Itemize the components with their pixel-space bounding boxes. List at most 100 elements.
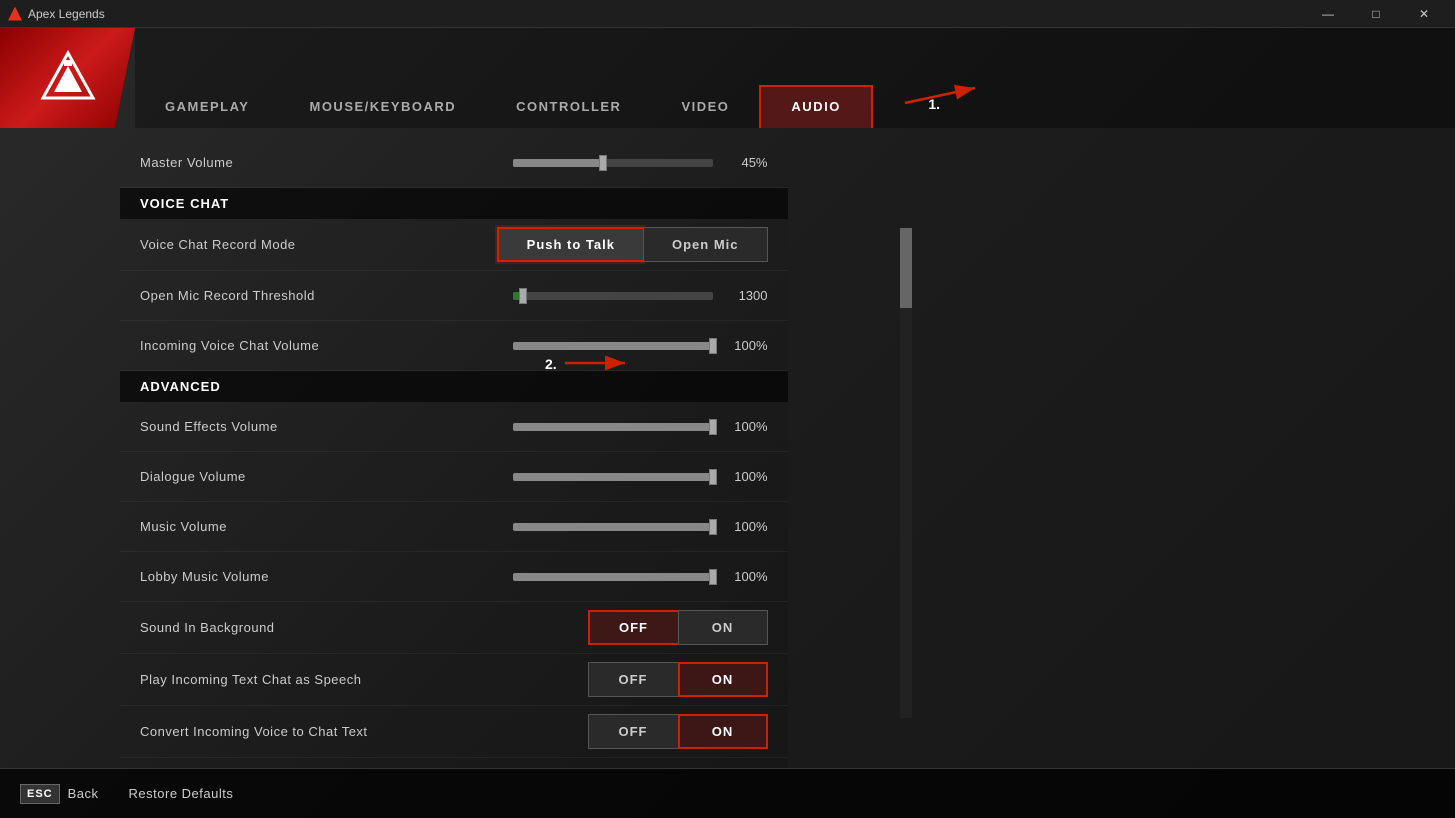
tab-mouse-keyboard[interactable]: MOUSE/KEYBOARD — [279, 87, 486, 128]
sound-effects-volume-label: Sound Effects Volume — [140, 419, 513, 434]
sound-in-background-row: Sound In Background Off On — [120, 602, 788, 654]
incoming-voice-volume-label: Incoming Voice Chat Volume — [140, 338, 513, 353]
sound-effects-volume-fill — [513, 423, 713, 431]
open-mic-threshold-fill — [513, 292, 523, 300]
dialogue-volume-value: 100% — [723, 469, 768, 484]
play-incoming-text-label: Play Incoming Text Chat as Speech — [140, 672, 588, 687]
tab-gameplay[interactable]: GAMEPLAY — [135, 87, 279, 128]
dialogue-volume-row: Dialogue Volume 100% — [120, 452, 788, 502]
play-incoming-text-control: Off On — [588, 662, 768, 697]
play-incoming-text-on-button[interactable]: On — [678, 662, 768, 697]
tab-audio[interactable]: AUDIO — [759, 85, 872, 128]
music-volume-label: Music Volume — [140, 519, 513, 534]
push-to-talk-button[interactable]: Push to Talk — [497, 227, 643, 262]
dialogue-volume-slider[interactable] — [513, 473, 713, 481]
minimize-button[interactable]: — — [1305, 0, 1351, 28]
music-volume-thumb — [709, 519, 717, 535]
sound-in-background-on-button[interactable]: On — [678, 610, 768, 645]
logo-area — [0, 28, 135, 128]
voice-chat-record-mode-control: Push to Talk Open Mic — [497, 227, 768, 262]
incoming-voice-volume-thumb — [709, 338, 717, 354]
sound-effects-volume-row: Sound Effects Volume 100% — [120, 402, 788, 452]
convert-incoming-voice-row: Convert Incoming Voice to Chat Text Off … — [120, 706, 788, 758]
open-mic-button[interactable]: Open Mic — [643, 227, 768, 262]
voice-chat-record-mode-row: Voice Chat Record Mode Push to Talk Open… — [120, 219, 788, 271]
scrollbar-thumb[interactable] — [900, 228, 912, 308]
sound-in-background-toggle: Off On — [588, 610, 768, 645]
right-panel — [788, 128, 1455, 768]
incoming-voice-volume-row: Incoming Voice Chat Volume 100% — [120, 321, 788, 371]
sound-in-background-label: Sound In Background — [140, 620, 588, 635]
apex-logo-svg — [38, 48, 98, 108]
tab-video[interactable]: VIDEO — [651, 87, 759, 128]
sound-effects-volume-slider[interactable] — [513, 423, 713, 431]
play-incoming-text-toggle: Off On — [588, 662, 768, 697]
master-volume-thumb — [599, 155, 607, 171]
open-mic-threshold-label: Open Mic Record Threshold — [140, 288, 513, 303]
dialogue-volume-label: Dialogue Volume — [140, 469, 513, 484]
settings-content: Master Volume 45% VOICE CHAT Voice Chat … — [120, 128, 788, 768]
title-bar-left: Apex Legends — [8, 7, 105, 21]
lobby-music-volume-slider[interactable] — [513, 573, 713, 581]
master-volume-value: 45% — [723, 155, 768, 170]
convert-incoming-voice-off-button[interactable]: Off — [588, 714, 678, 749]
open-mic-threshold-value: 1300 — [723, 288, 768, 303]
open-mic-threshold-control: 1300 — [513, 288, 768, 303]
dialogue-volume-fill — [513, 473, 713, 481]
music-volume-slider[interactable] — [513, 523, 713, 531]
maximize-button[interactable]: □ — [1353, 0, 1399, 28]
annotation-arrow-2 — [545, 348, 645, 378]
lobby-music-volume-thumb — [709, 569, 717, 585]
restore-defaults-label: Restore Defaults — [129, 786, 234, 801]
close-button[interactable]: ✕ — [1401, 0, 1447, 28]
open-mic-threshold-thumb — [519, 288, 527, 304]
voice-chat-toggle-group: Push to Talk Open Mic — [497, 227, 768, 262]
convert-incoming-voice-control: Off On — [588, 714, 768, 749]
music-volume-value: 100% — [723, 519, 768, 534]
master-volume-slider[interactable] — [513, 159, 713, 167]
tab-controller[interactable]: CONTROLLER — [486, 87, 651, 128]
open-mic-threshold-row: Open Mic Record Threshold 1300 — [120, 271, 788, 321]
windows-audio-row: Windows Audio Configuration Headphones/S… — [120, 758, 788, 768]
back-button[interactable]: ESC Back — [20, 784, 99, 804]
window-title: Apex Legends — [28, 7, 105, 21]
master-volume-row: Master Volume 45% — [120, 138, 788, 188]
settings-panel: Master Volume 45% VOICE CHAT Voice Chat … — [0, 128, 1455, 768]
title-bar: Apex Legends — □ ✕ — [0, 0, 1455, 28]
sound-effects-volume-value: 100% — [723, 419, 768, 434]
sound-effects-volume-control: 100% — [513, 419, 768, 434]
lobby-music-volume-label: Lobby Music Volume — [140, 569, 513, 584]
master-volume-label: Master Volume — [140, 155, 513, 170]
lobby-music-volume-fill — [513, 573, 713, 581]
dialogue-volume-thumb — [709, 469, 717, 485]
master-volume-control: 45% — [513, 155, 768, 170]
music-volume-fill — [513, 523, 713, 531]
convert-incoming-voice-label: Convert Incoming Voice to Chat Text — [140, 724, 588, 739]
sound-in-background-off-button[interactable]: Off — [588, 610, 678, 645]
master-volume-fill — [513, 159, 603, 167]
music-volume-row: Music Volume 100% — [120, 502, 788, 552]
esc-badge: ESC — [20, 784, 60, 804]
open-mic-threshold-slider[interactable] — [513, 292, 713, 300]
main-container: GAMEPLAY MOUSE/KEYBOARD CONTROLLER VIDEO… — [0, 28, 1455, 818]
voice-chat-record-mode-label: Voice Chat Record Mode — [140, 237, 497, 252]
convert-incoming-voice-toggle: Off On — [588, 714, 768, 749]
music-volume-control: 100% — [513, 519, 768, 534]
sound-in-background-control: Off On — [588, 610, 768, 645]
annotation-step2: 2. — [545, 356, 557, 372]
window-controls: — □ ✕ — [1305, 0, 1447, 28]
annotation-step1: 1. — [928, 96, 940, 112]
app-icon — [8, 7, 22, 21]
lobby-music-volume-value: 100% — [723, 569, 768, 584]
scrollbar-track[interactable] — [900, 228, 912, 718]
footer: ESC Back Restore Defaults — [0, 768, 1455, 818]
incoming-voice-volume-value: 100% — [723, 338, 768, 353]
restore-defaults-button[interactable]: Restore Defaults — [129, 786, 234, 801]
nav-tabs: GAMEPLAY MOUSE/KEYBOARD CONTROLLER VIDEO… — [135, 28, 1455, 128]
dialogue-volume-control: 100% — [513, 469, 768, 484]
voice-chat-section-header: VOICE CHAT — [120, 188, 788, 219]
lobby-music-volume-control: 100% — [513, 569, 768, 584]
play-incoming-text-off-button[interactable]: Off — [588, 662, 678, 697]
play-incoming-text-row: Play Incoming Text Chat as Speech Off On — [120, 654, 788, 706]
convert-incoming-voice-on-button[interactable]: On — [678, 714, 768, 749]
